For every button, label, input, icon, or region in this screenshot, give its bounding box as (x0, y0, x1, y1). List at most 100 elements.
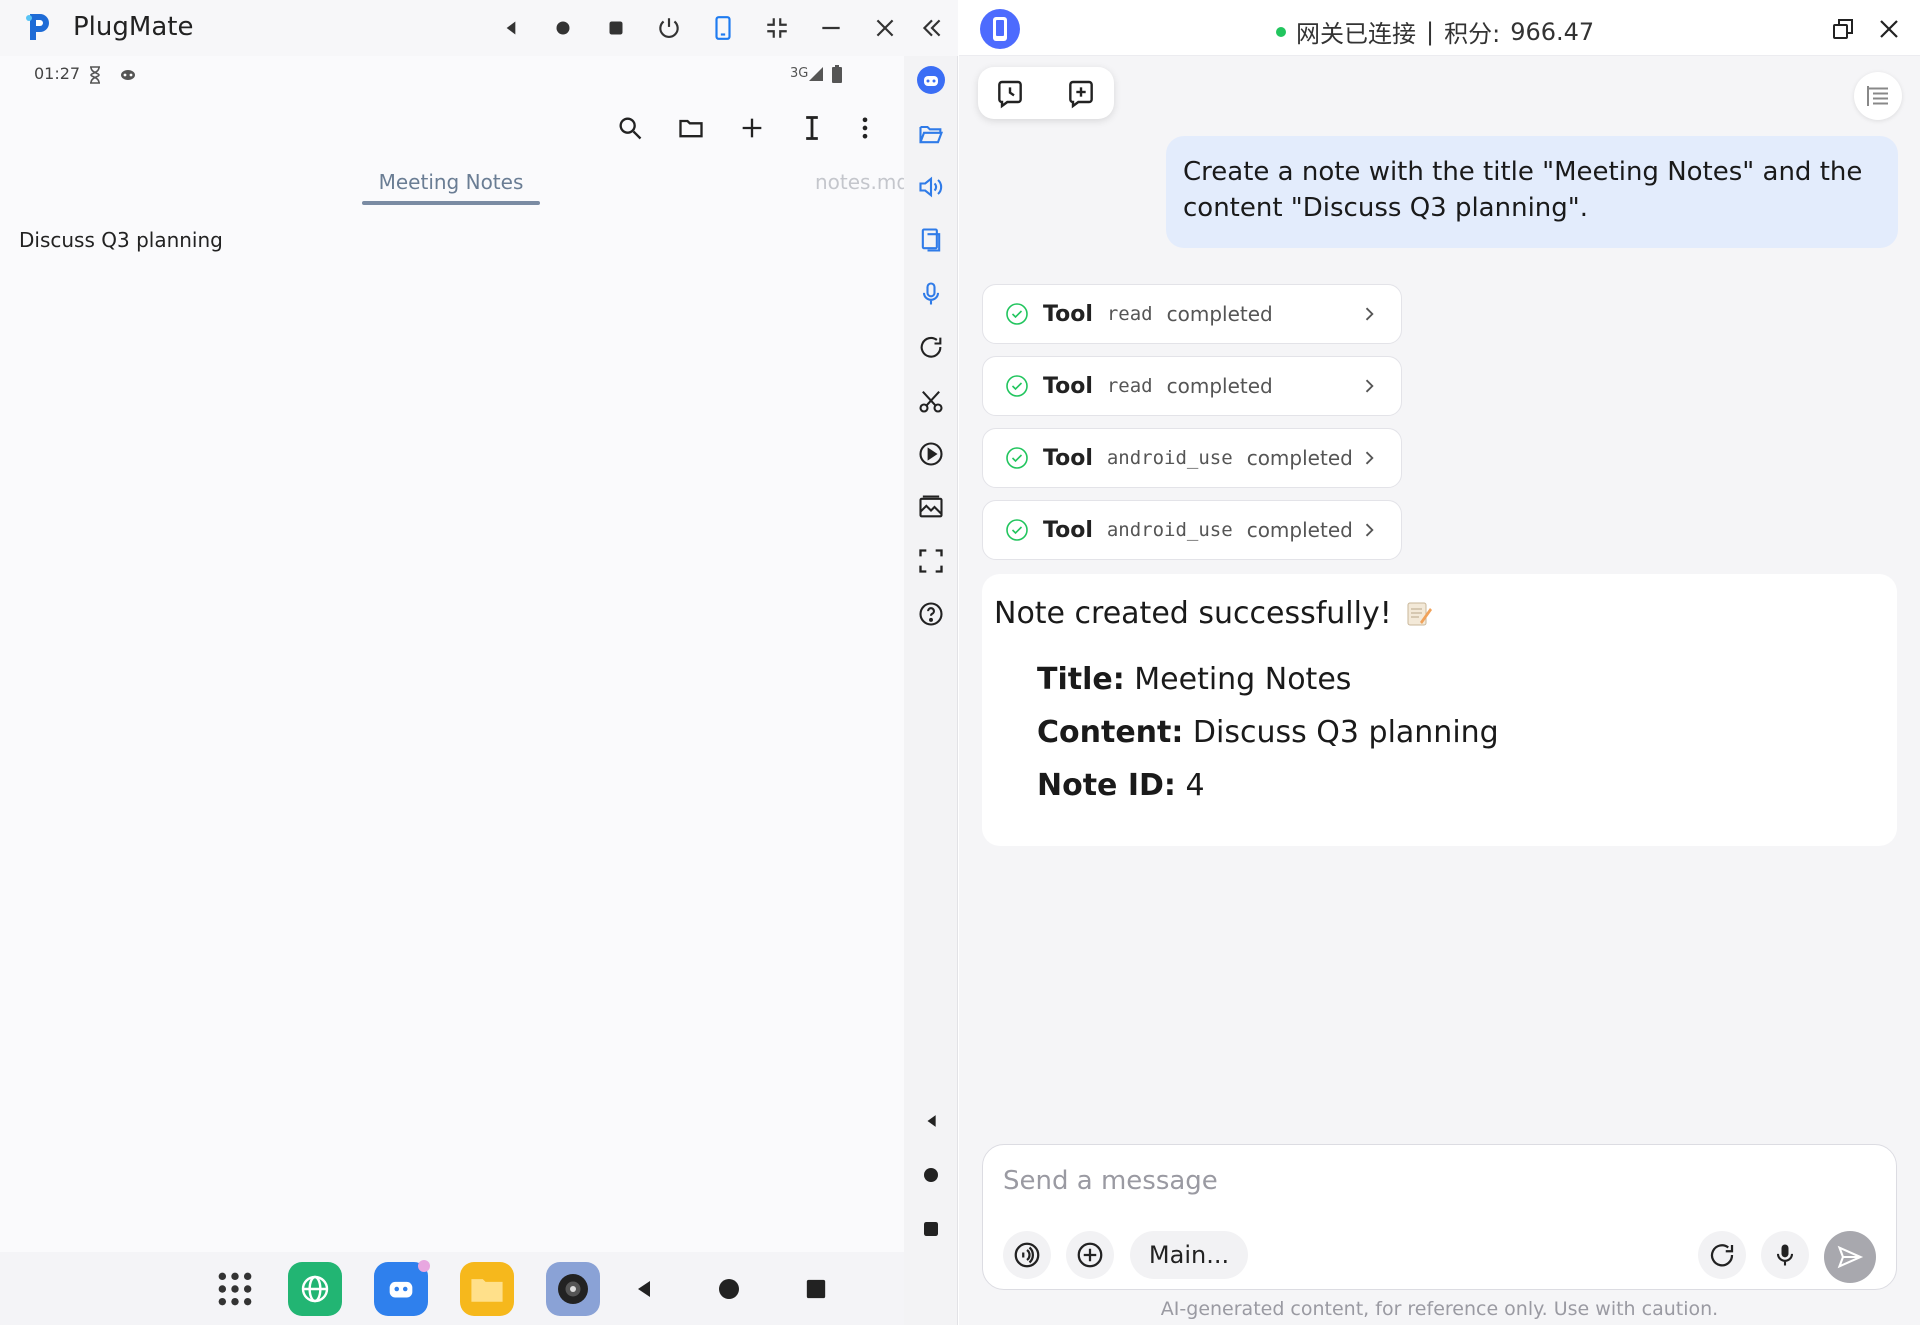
play-icon (919, 442, 943, 466)
folder-icon (679, 119, 703, 138)
check-circle-icon (1006, 519, 1028, 541)
sidebar-copy-button[interactable] (915, 224, 947, 256)
tool-word: Tool (1043, 373, 1093, 399)
robot-icon (917, 66, 945, 94)
sidebar-recents-button[interactable] (915, 1213, 947, 1245)
result-headline-text: Note created successfully! (994, 596, 1392, 631)
sidebar-robot-button[interactable] (915, 64, 947, 96)
files-app[interactable] (460, 1262, 514, 1316)
add-note-button[interactable] (732, 108, 772, 148)
tool-call-card[interactable]: Tool read completed (982, 356, 1402, 416)
app-title: PlugMate (73, 12, 194, 42)
tool-sidebar (904, 56, 958, 1325)
tool-state: completed (1166, 302, 1273, 326)
popout-button[interactable] (1826, 12, 1860, 46)
device-button[interactable] (980, 9, 1020, 49)
window-titlebar: PlugMate (0, 0, 958, 56)
chat-header: 网关已连接 | 积分: 966.47 (959, 0, 1920, 56)
chevron-right-icon (1365, 451, 1374, 465)
battery-icon (832, 65, 842, 83)
note-id-label: Note ID: (1037, 768, 1176, 803)
back-button[interactable] (490, 7, 532, 49)
folder-button[interactable] (671, 108, 711, 148)
tool-name: android_use (1106, 447, 1233, 469)
outline-button[interactable] (1854, 72, 1902, 120)
robot-app[interactable] (374, 1260, 430, 1316)
sidebar-volume-button[interactable] (915, 171, 947, 203)
shrink-button[interactable] (756, 7, 798, 49)
home-button[interactable] (542, 7, 584, 49)
power-button[interactable] (648, 7, 690, 49)
nav-home-button[interactable] (714, 1274, 744, 1304)
close-icon (876, 19, 894, 37)
tool-call-card[interactable]: Tool android_use completed (982, 428, 1402, 488)
text-format-button[interactable] (792, 108, 832, 148)
user-message: Create a note with the title "Meeting No… (1166, 136, 1898, 248)
tool-name: read (1106, 303, 1153, 325)
minimize-icon (822, 26, 840, 30)
status-time: 01:27 (34, 64, 81, 83)
result-content-line: Content: Discuss Q3 planning (1037, 715, 1499, 750)
nav-recents-button[interactable] (801, 1274, 831, 1304)
attach-button[interactable] (1066, 1231, 1114, 1279)
back-icon (506, 21, 516, 35)
sidebar-fullscreen-button[interactable] (915, 545, 947, 577)
ai-disclaimer: AI-generated content, for reference only… (1160, 1298, 1719, 1320)
back-icon (927, 1115, 936, 1127)
new-chat-button[interactable] (1064, 77, 1098, 111)
tab-notes-md[interactable]: notes.md (815, 170, 909, 194)
send-button[interactable] (1824, 1231, 1876, 1283)
recents-button[interactable] (595, 7, 637, 49)
sidebar-files-button[interactable] (915, 118, 947, 150)
chat-panel: 网关已连接 | 积分: 966.47 Create a note with th… (959, 0, 1920, 1325)
phone-icon (715, 16, 731, 40)
title-value: Meeting Notes (1134, 662, 1352, 697)
signal-icon (809, 67, 823, 81)
chat-close-button[interactable] (1872, 12, 1906, 46)
voice-wave-icon (1014, 1242, 1040, 1268)
more-button[interactable] (845, 108, 885, 148)
content-label: Content: (1037, 715, 1184, 750)
sidebar-help-button[interactable] (915, 598, 947, 630)
close-icon (1880, 20, 1898, 38)
sidebar-gallery-button[interactable] (915, 491, 947, 523)
nav-back-button[interactable] (629, 1274, 659, 1304)
collapse-icon (922, 19, 941, 37)
shrink-icon (767, 18, 787, 38)
tool-word: Tool (1043, 517, 1093, 543)
sidebar-home-button[interactable] (915, 1159, 947, 1191)
collapse-button[interactable] (911, 7, 953, 49)
tool-call-card[interactable]: Tool read completed (982, 284, 1402, 344)
sidebar-record-button[interactable] (915, 438, 947, 470)
voice-mode-button[interactable] (1003, 1231, 1051, 1279)
sidebar-mic-button[interactable] (915, 278, 947, 310)
phone-icon (993, 17, 1007, 41)
tab-meeting-notes[interactable]: Meeting Notes (362, 170, 540, 194)
send-icon (1837, 1245, 1864, 1269)
message-input[interactable] (1003, 1159, 1873, 1203)
app-drawer-button[interactable] (208, 1262, 262, 1316)
sidebar-back-button[interactable] (915, 1105, 947, 1137)
model-selector[interactable]: Main... (1130, 1231, 1248, 1279)
close-button[interactable] (864, 7, 906, 49)
minimize-button[interactable] (810, 7, 852, 49)
camera-app-icon (558, 1274, 588, 1304)
sidebar-rotate-button[interactable] (915, 331, 947, 363)
popout-icon (1833, 19, 1853, 39)
note-body[interactable]: Discuss Q3 planning (19, 228, 223, 252)
mic-button[interactable] (1761, 1231, 1809, 1279)
gateway-status-text: 网关已连接 (1296, 20, 1416, 48)
title-label: Title: (1037, 662, 1125, 697)
hourglass-icon (90, 66, 100, 84)
search-button[interactable] (610, 108, 650, 148)
history-button[interactable] (993, 77, 1027, 111)
sidebar-cut-button[interactable] (915, 385, 947, 417)
app-drawer-icon (218, 1272, 252, 1306)
phone-mode-button[interactable] (702, 7, 744, 49)
tool-call-card[interactable]: Tool android_use completed (982, 500, 1402, 560)
volume-icon (919, 176, 943, 198)
camera-app[interactable] (546, 1262, 600, 1316)
points-label: 积分: (1444, 20, 1501, 48)
browser-app[interactable] (288, 1262, 342, 1316)
refresh-button[interactable] (1698, 1231, 1746, 1279)
